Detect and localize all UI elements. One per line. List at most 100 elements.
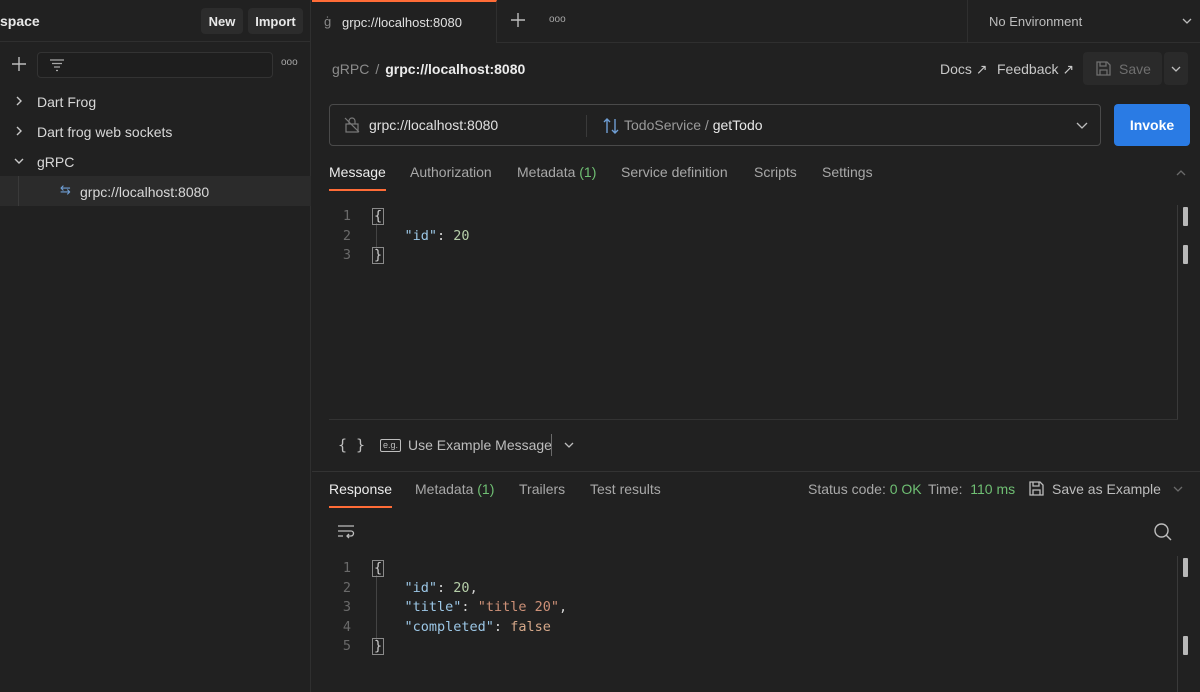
breadcrumb-parent[interactable]: gRPC: [332, 61, 369, 77]
filter-input[interactable]: [37, 52, 273, 78]
collections-tree: Dart Frog Dart frog web sockets gRPC ⇆ g…: [0, 86, 311, 206]
tree-item-dart-frog-web-sockets[interactable]: Dart frog web sockets: [0, 116, 311, 146]
open-brace: {: [372, 560, 385, 577]
pane-splitter[interactable]: [312, 471, 1200, 472]
json-key: "id": [404, 579, 438, 596]
more-tabs-icon[interactable]: ooo: [549, 14, 566, 25]
line-number: 4: [342, 618, 351, 635]
save-icon: [1096, 61, 1111, 76]
more-options-icon[interactable]: ooo: [281, 57, 298, 68]
tab-message[interactable]: Message: [329, 164, 386, 191]
save-icon: [1029, 481, 1044, 496]
breadcrumb-current[interactable]: grpc://localhost:8080: [385, 61, 525, 77]
use-example-message-button[interactable]: e.g. Use Example Message: [380, 437, 552, 453]
tab-label: Metadata: [517, 164, 576, 180]
example-label: Use Example Message: [408, 437, 552, 453]
json-key: "completed": [404, 618, 494, 635]
beautify-button[interactable]: { }: [338, 436, 365, 454]
tree-item-label: Dart frog web sockets: [37, 124, 173, 140]
import-button[interactable]: Import: [248, 8, 303, 34]
chevron-down-icon[interactable]: [1075, 119, 1089, 131]
scrollbar-thumb[interactable]: [1183, 558, 1188, 577]
tab-metadata[interactable]: Metadata (1): [517, 164, 596, 180]
line-number: 2: [342, 579, 351, 596]
close-brace: }: [372, 247, 385, 264]
tab-test-results[interactable]: Test results: [590, 481, 661, 497]
chevron-down-icon: [1182, 18, 1192, 24]
tab-label: Metadata: [415, 481, 474, 497]
tab-authorization[interactable]: Authorization: [410, 164, 492, 180]
url-divider: [586, 115, 587, 137]
search-icon[interactable]: [1153, 522, 1173, 542]
line-number: 1: [342, 208, 351, 224]
tab-label: grpc://localhost:8080: [342, 15, 462, 30]
divider: [551, 434, 552, 456]
tab-trailers[interactable]: Trailers: [519, 481, 565, 497]
new-button[interactable]: New: [201, 8, 243, 34]
time-value: 110 ms: [970, 481, 1016, 497]
tab-service-definition[interactable]: Service definition: [621, 164, 728, 180]
sidebar-toolbar: ooo: [0, 50, 311, 80]
method-selector[interactable]: TodoService / getTodo: [624, 117, 763, 133]
environment-selector[interactable]: No Environment: [967, 0, 1200, 43]
wrap-lines-icon[interactable]: [337, 523, 355, 539]
sidebar: space New Import ooo Dart Frog Dart frog…: [0, 0, 311, 692]
workspace-title: space: [0, 13, 40, 29]
new-tab-icon[interactable]: [509, 11, 527, 29]
request-tabs: Message Authorization Metadata (1) Servi…: [329, 164, 1189, 192]
save-example-label: Save as Example: [1052, 480, 1161, 497]
filter-icon: [50, 59, 64, 72]
grpc-icon: ġ: [324, 14, 332, 29]
code-line: {: [372, 207, 385, 227]
chevron-down-icon[interactable]: [1172, 484, 1184, 494]
scrollbar-track: [1177, 205, 1178, 419]
scrollbar-thumb[interactable]: [1183, 636, 1188, 655]
save-options-button[interactable]: [1164, 52, 1188, 85]
tree-item-dart-frog[interactable]: Dart Frog: [0, 86, 311, 116]
line-number: 3: [342, 247, 351, 263]
tab-grpc-localhost[interactable]: ġ grpc://localhost:8080: [312, 0, 497, 43]
scrollbar-thumb[interactable]: [1183, 207, 1188, 226]
method-arrows-icon: [603, 118, 619, 134]
method-name: getTodo: [712, 117, 763, 133]
json-key: "id": [404, 227, 438, 244]
tree-item-label: gRPC: [37, 154, 75, 170]
tree-item-grpc[interactable]: gRPC: [0, 146, 311, 176]
response-body[interactable]: 1 2 3 4 5 { "id": 20, "title": "title 20…: [329, 559, 1179, 679]
chevron-up-icon[interactable]: [1175, 168, 1187, 178]
save-button[interactable]: Save: [1083, 52, 1162, 85]
save-as-example-button[interactable]: Save as Example: [1028, 480, 1161, 497]
line-number: 5: [342, 638, 351, 654]
status-label: Status code:: [808, 481, 886, 497]
status-code: Status code: 0 OK: [808, 481, 922, 497]
message-editor[interactable]: 1 2 3 { "id": 20 }: [329, 207, 1179, 407]
tree-item-label: Dart Frog: [37, 94, 97, 110]
docs-link[interactable]: Docs ↗: [940, 61, 988, 78]
example-icon: e.g.: [380, 438, 402, 452]
tree-guide-line: [18, 176, 19, 206]
line-number: 2: [342, 227, 351, 244]
workspace-header: space New Import: [0, 0, 311, 42]
invoke-button[interactable]: Invoke: [1114, 104, 1190, 146]
json-value: 20: [453, 227, 470, 244]
tree-item-grpc-localhost[interactable]: ⇆ grpc://localhost:8080: [0, 176, 311, 206]
tab-response-metadata[interactable]: Metadata (1): [415, 481, 494, 497]
breadcrumb: gRPC / grpc://localhost:8080: [332, 61, 525, 77]
status-value: 0 OK: [889, 481, 922, 497]
chevron-down-icon[interactable]: [563, 440, 575, 450]
json-value: false: [510, 618, 551, 635]
unlocked-icon[interactable]: [343, 116, 361, 134]
tab-settings[interactable]: Settings: [822, 164, 873, 180]
code-line: "completed": false: [404, 618, 551, 635]
chevron-down-icon: [14, 158, 24, 164]
add-icon[interactable]: [9, 54, 29, 74]
line-number: 1: [342, 560, 351, 576]
server-url-input[interactable]: grpc://localhost:8080: [369, 117, 498, 133]
response-time: Time: 110 ms: [928, 481, 1015, 497]
chevron-right-icon: [16, 126, 22, 136]
tab-scripts[interactable]: Scripts: [754, 164, 797, 180]
feedback-link[interactable]: Feedback ↗: [997, 61, 1074, 78]
scrollbar-thumb[interactable]: [1183, 245, 1188, 264]
code-line: }: [372, 246, 385, 266]
tab-response[interactable]: Response: [329, 481, 393, 508]
